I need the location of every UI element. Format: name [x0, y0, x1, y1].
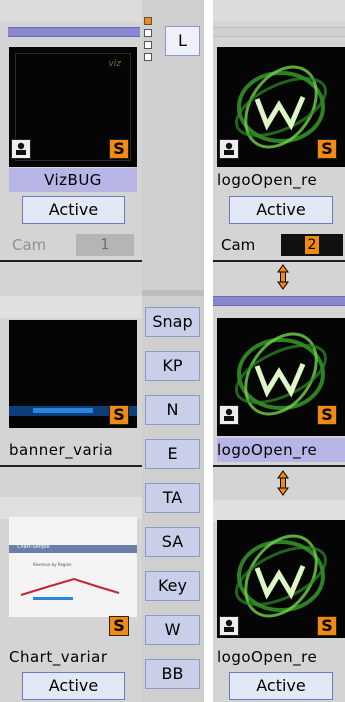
active-button[interactable]: Active	[22, 672, 125, 700]
s-badge-icon[interactable]: S	[109, 616, 129, 636]
person-icon[interactable]	[219, 405, 239, 425]
indicator[interactable]	[144, 41, 152, 49]
card-name-label: logoOpen_re	[217, 171, 318, 189]
card-name-label: logoOpen_re	[217, 438, 345, 462]
active-button[interactable]: Active	[229, 672, 333, 700]
divider	[142, 290, 204, 296]
sa-button[interactable]: SA	[145, 527, 200, 557]
card-bar	[213, 27, 345, 37]
left-column: viz S VizBUG Active Cam 1 S banner_varia…	[0, 0, 142, 702]
selection-bar	[213, 296, 345, 306]
card-header	[0, 296, 142, 318]
updown-arrow-icon[interactable]	[277, 470, 289, 496]
divider	[0, 260, 142, 262]
cam-number-box[interactable]: 2	[281, 234, 343, 256]
selection-bar	[8, 27, 140, 37]
card-header	[0, 497, 142, 519]
kp-button[interactable]: KP	[145, 351, 200, 381]
column-gap	[204, 0, 213, 702]
thumbnail-chart-line	[20, 577, 120, 596]
cam-number: 2	[305, 236, 319, 254]
divider	[0, 465, 142, 467]
ta-button[interactable]: TA	[145, 483, 200, 513]
thumbnail-banner-highlight	[33, 408, 93, 413]
s-badge-icon[interactable]: S	[317, 616, 337, 636]
snap-button[interactable]: Snap	[145, 307, 200, 337]
e-button[interactable]: E	[145, 439, 200, 469]
l-button[interactable]: L	[165, 26, 200, 56]
thumbnail-chart-title: Chart-Simple	[17, 544, 50, 550]
person-icon[interactable]	[219, 139, 239, 159]
s-badge-icon[interactable]: S	[317, 405, 337, 425]
cam-number[interactable]: 1	[76, 234, 134, 256]
right-column: S logoOpen_re Active Cam 2 S logoOpen_re	[213, 0, 345, 702]
key-button[interactable]: Key	[145, 571, 200, 601]
card-header	[213, 500, 345, 522]
divider	[213, 260, 345, 262]
updown-arrow-icon[interactable]	[277, 264, 289, 290]
orange-indicator[interactable]	[144, 17, 152, 25]
n-button[interactable]: N	[145, 395, 200, 425]
card-name-label: logoOpen_re	[217, 648, 318, 666]
cam-label: Cam	[221, 236, 256, 254]
thumbnail-chart-subtitle: Revenue by Region	[33, 562, 72, 567]
card-header	[213, 0, 345, 22]
thumbnail-logo-mark: viz	[108, 59, 121, 69]
person-icon[interactable]	[219, 616, 239, 636]
indicator[interactable]	[144, 53, 152, 61]
middle-column: L Snap KP N E TA SA Key W BB	[142, 0, 204, 702]
cam-label: Cam	[12, 236, 47, 254]
thumbnail-chart[interactable]: Chart-Simple Revenue by Region	[9, 517, 137, 617]
w-button[interactable]: W	[145, 615, 200, 645]
bb-button[interactable]: BB	[145, 659, 200, 689]
card-name-label: Chart_variar	[9, 648, 108, 666]
thumbnail-chart-axis	[33, 597, 73, 600]
indicator[interactable]	[144, 29, 152, 37]
card-name-label: VizBUG	[9, 168, 137, 192]
cam-row: Cam 2	[217, 232, 345, 258]
active-button[interactable]: Active	[229, 196, 333, 224]
s-badge-icon[interactable]: S	[109, 139, 129, 159]
cam-row: Cam 1	[8, 232, 138, 258]
card-name-label: banner_varia	[9, 441, 114, 459]
person-icon[interactable]	[11, 139, 31, 159]
s-badge-icon[interactable]: S	[317, 139, 337, 159]
divider	[213, 465, 345, 467]
active-button[interactable]: Active	[22, 196, 125, 224]
card-header	[0, 0, 142, 22]
s-badge-icon[interactable]: S	[109, 405, 129, 425]
